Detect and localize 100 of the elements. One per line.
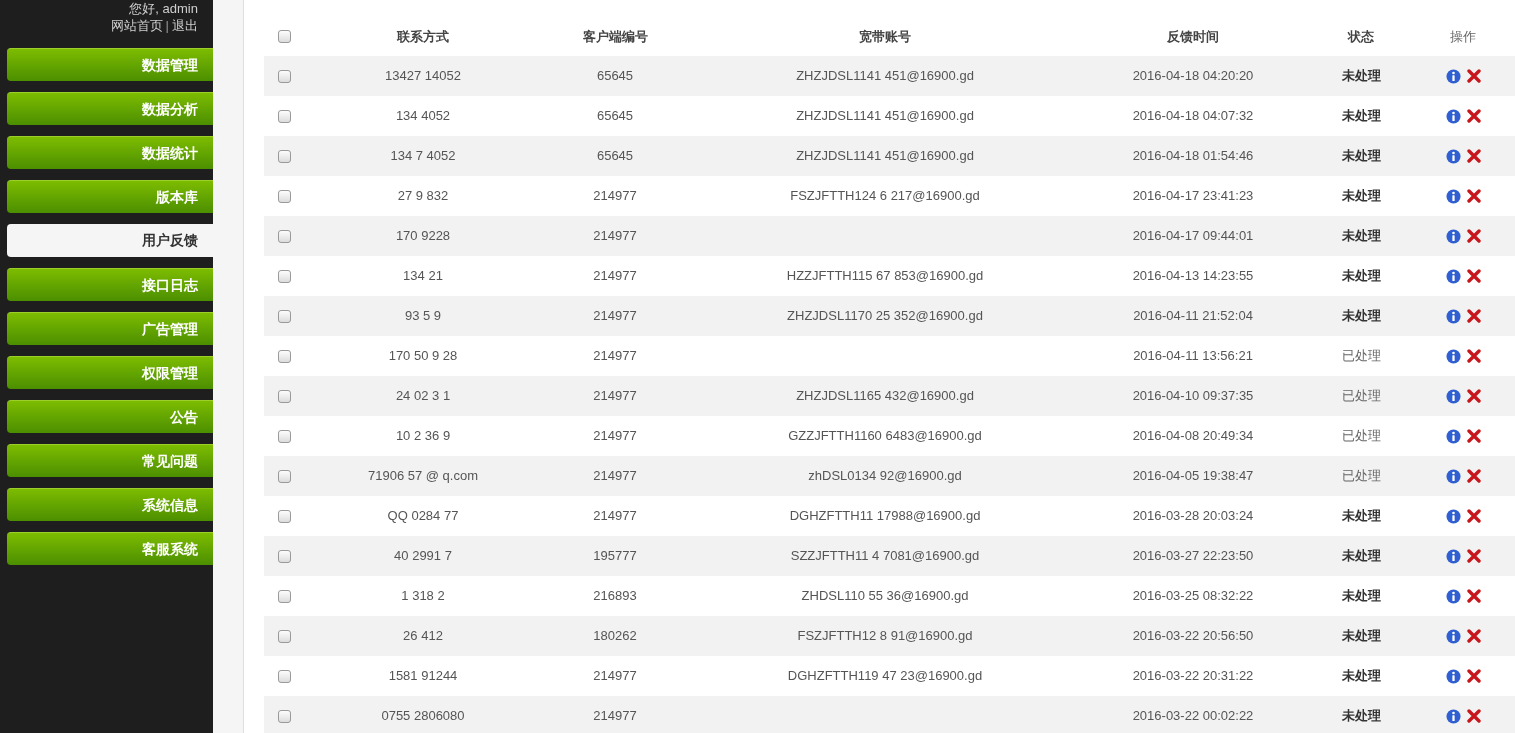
info-icon[interactable]: [1445, 188, 1461, 204]
checkbox[interactable]: [278, 709, 291, 723]
status-text: 未处理: [1341, 667, 1381, 686]
checkbox[interactable]: [278, 469, 291, 483]
status-text: 未处理: [1341, 707, 1381, 726]
nav-item[interactable]: 数据管理: [7, 48, 213, 81]
status-text: 已处理: [1341, 347, 1381, 366]
logout-link[interactable]: 退出: [172, 18, 198, 33]
nav-item[interactable]: 客服系统: [7, 532, 213, 565]
table-cell-text: 134 4052: [395, 107, 451, 126]
table-cell-text: 214977: [593, 307, 637, 326]
info-icon[interactable]: [1445, 668, 1461, 684]
checkbox[interactable]: [278, 30, 291, 43]
status-text: 未处理: [1341, 307, 1381, 326]
table-cell-text: 2016-04-05 19:38:47: [1132, 467, 1254, 486]
status-text: 未处理: [1341, 147, 1381, 166]
table-cell-text: DGHZFTTH119 47 23@16900.gd: [787, 667, 983, 686]
table-cell-text: 2016-04-10 09:37:35: [1132, 387, 1254, 406]
nav-item[interactable]: 用户反馈: [7, 224, 213, 257]
delete-icon[interactable]: [1466, 109, 1481, 123]
delete-icon[interactable]: [1466, 229, 1481, 243]
status-text: 已处理: [1341, 427, 1381, 446]
checkbox[interactable]: [278, 589, 291, 603]
table-cell-text: 134 7 4052: [390, 147, 456, 166]
table-cell-text: 2016-04-17 23:41:23: [1132, 187, 1254, 206]
info-icon[interactable]: [1445, 268, 1461, 284]
checkbox[interactable]: [278, 229, 291, 243]
info-icon[interactable]: [1445, 308, 1461, 324]
info-icon[interactable]: [1445, 548, 1461, 564]
status-text: 未处理: [1341, 107, 1381, 126]
info-icon[interactable]: [1445, 708, 1461, 724]
delete-icon[interactable]: [1466, 349, 1481, 363]
info-icon[interactable]: [1445, 148, 1461, 164]
column-header: 联系方式: [397, 27, 449, 46]
delete-icon[interactable]: [1466, 549, 1481, 563]
table-cell-text: 27 9 832: [397, 187, 449, 206]
table-cell-text: ZHZJDSL1141 451@16900.gd: [796, 67, 974, 86]
nav-item[interactable]: 数据统计: [7, 136, 213, 169]
table-cell-text: 24 02 3 1: [395, 387, 451, 406]
info-icon[interactable]: [1445, 68, 1461, 84]
table-cell-text: 170 50 9 28: [388, 347, 458, 366]
nav-item[interactable]: 权限管理: [7, 356, 213, 389]
delete-icon[interactable]: [1466, 469, 1481, 483]
delete-icon[interactable]: [1466, 189, 1481, 203]
table-cell-text: QQ 0284 77: [387, 507, 459, 526]
table-cell-text: 195777: [593, 547, 637, 566]
info-icon[interactable]: [1445, 628, 1461, 644]
checkbox[interactable]: [278, 629, 291, 643]
nav-item[interactable]: 版本库: [7, 180, 213, 213]
checkbox[interactable]: [278, 349, 291, 363]
checkbox[interactable]: [278, 549, 291, 563]
nav-item[interactable]: 广告管理: [7, 312, 213, 345]
checkbox[interactable]: [278, 149, 291, 163]
checkbox[interactable]: [278, 669, 291, 683]
delete-icon[interactable]: [1466, 669, 1481, 683]
delete-icon[interactable]: [1466, 429, 1481, 443]
checkbox[interactable]: [278, 189, 291, 203]
nav-item[interactable]: 数据分析: [7, 92, 213, 125]
info-icon[interactable]: [1445, 508, 1461, 524]
nav-item[interactable]: 接口日志: [7, 268, 213, 301]
info-icon[interactable]: [1445, 228, 1461, 244]
delete-icon[interactable]: [1466, 709, 1481, 723]
delete-icon[interactable]: [1466, 589, 1481, 603]
home-link[interactable]: 网站首页: [110, 18, 163, 33]
delete-icon[interactable]: [1466, 629, 1481, 643]
table-cell-text: SZZJFTTH11 4 7081@16900.gd: [790, 547, 980, 566]
info-icon[interactable]: [1445, 428, 1461, 444]
delete-icon[interactable]: [1466, 509, 1481, 523]
checkbox[interactable]: [278, 389, 291, 403]
checkbox[interactable]: [278, 269, 291, 283]
info-icon[interactable]: [1445, 468, 1461, 484]
delete-icon[interactable]: [1466, 389, 1481, 403]
info-icon[interactable]: [1445, 108, 1461, 124]
table-cell-text: 2016-03-22 20:31:22: [1132, 667, 1254, 686]
table-cell-text: 180262: [593, 627, 637, 646]
nav-item[interactable]: 常见问题: [7, 444, 213, 477]
delete-icon[interactable]: [1466, 69, 1481, 83]
nav-item[interactable]: 公告: [7, 400, 213, 433]
delete-icon[interactable]: [1466, 269, 1481, 283]
checkbox[interactable]: [278, 109, 291, 123]
nav-item[interactable]: 系统信息: [7, 488, 213, 521]
table-cell-text: FSZJFTTH124 6 217@16900.gd: [790, 187, 980, 206]
checkbox[interactable]: [278, 309, 291, 323]
status-text: 未处理: [1341, 507, 1381, 526]
status-text: 未处理: [1341, 227, 1381, 246]
table-cell-text: 65645: [596, 147, 634, 166]
table-cell-text: 10 2 36 9: [395, 427, 451, 446]
delete-icon[interactable]: [1466, 149, 1481, 163]
table-cell-text: 2016-04-18 01:54:46: [1132, 147, 1254, 166]
checkbox[interactable]: [278, 429, 291, 443]
info-icon[interactable]: [1445, 348, 1461, 364]
info-icon[interactable]: [1445, 588, 1461, 604]
table-cell-text: 2016-04-08 20:49:34: [1132, 427, 1254, 446]
info-icon[interactable]: [1445, 388, 1461, 404]
delete-icon[interactable]: [1466, 309, 1481, 323]
table-cell-text: 2016-03-22 00:02:22: [1132, 707, 1254, 726]
table-cell-text: 214977: [593, 387, 637, 406]
column-header: 状态: [1348, 27, 1374, 46]
checkbox[interactable]: [278, 509, 291, 523]
checkbox[interactable]: [278, 69, 291, 83]
